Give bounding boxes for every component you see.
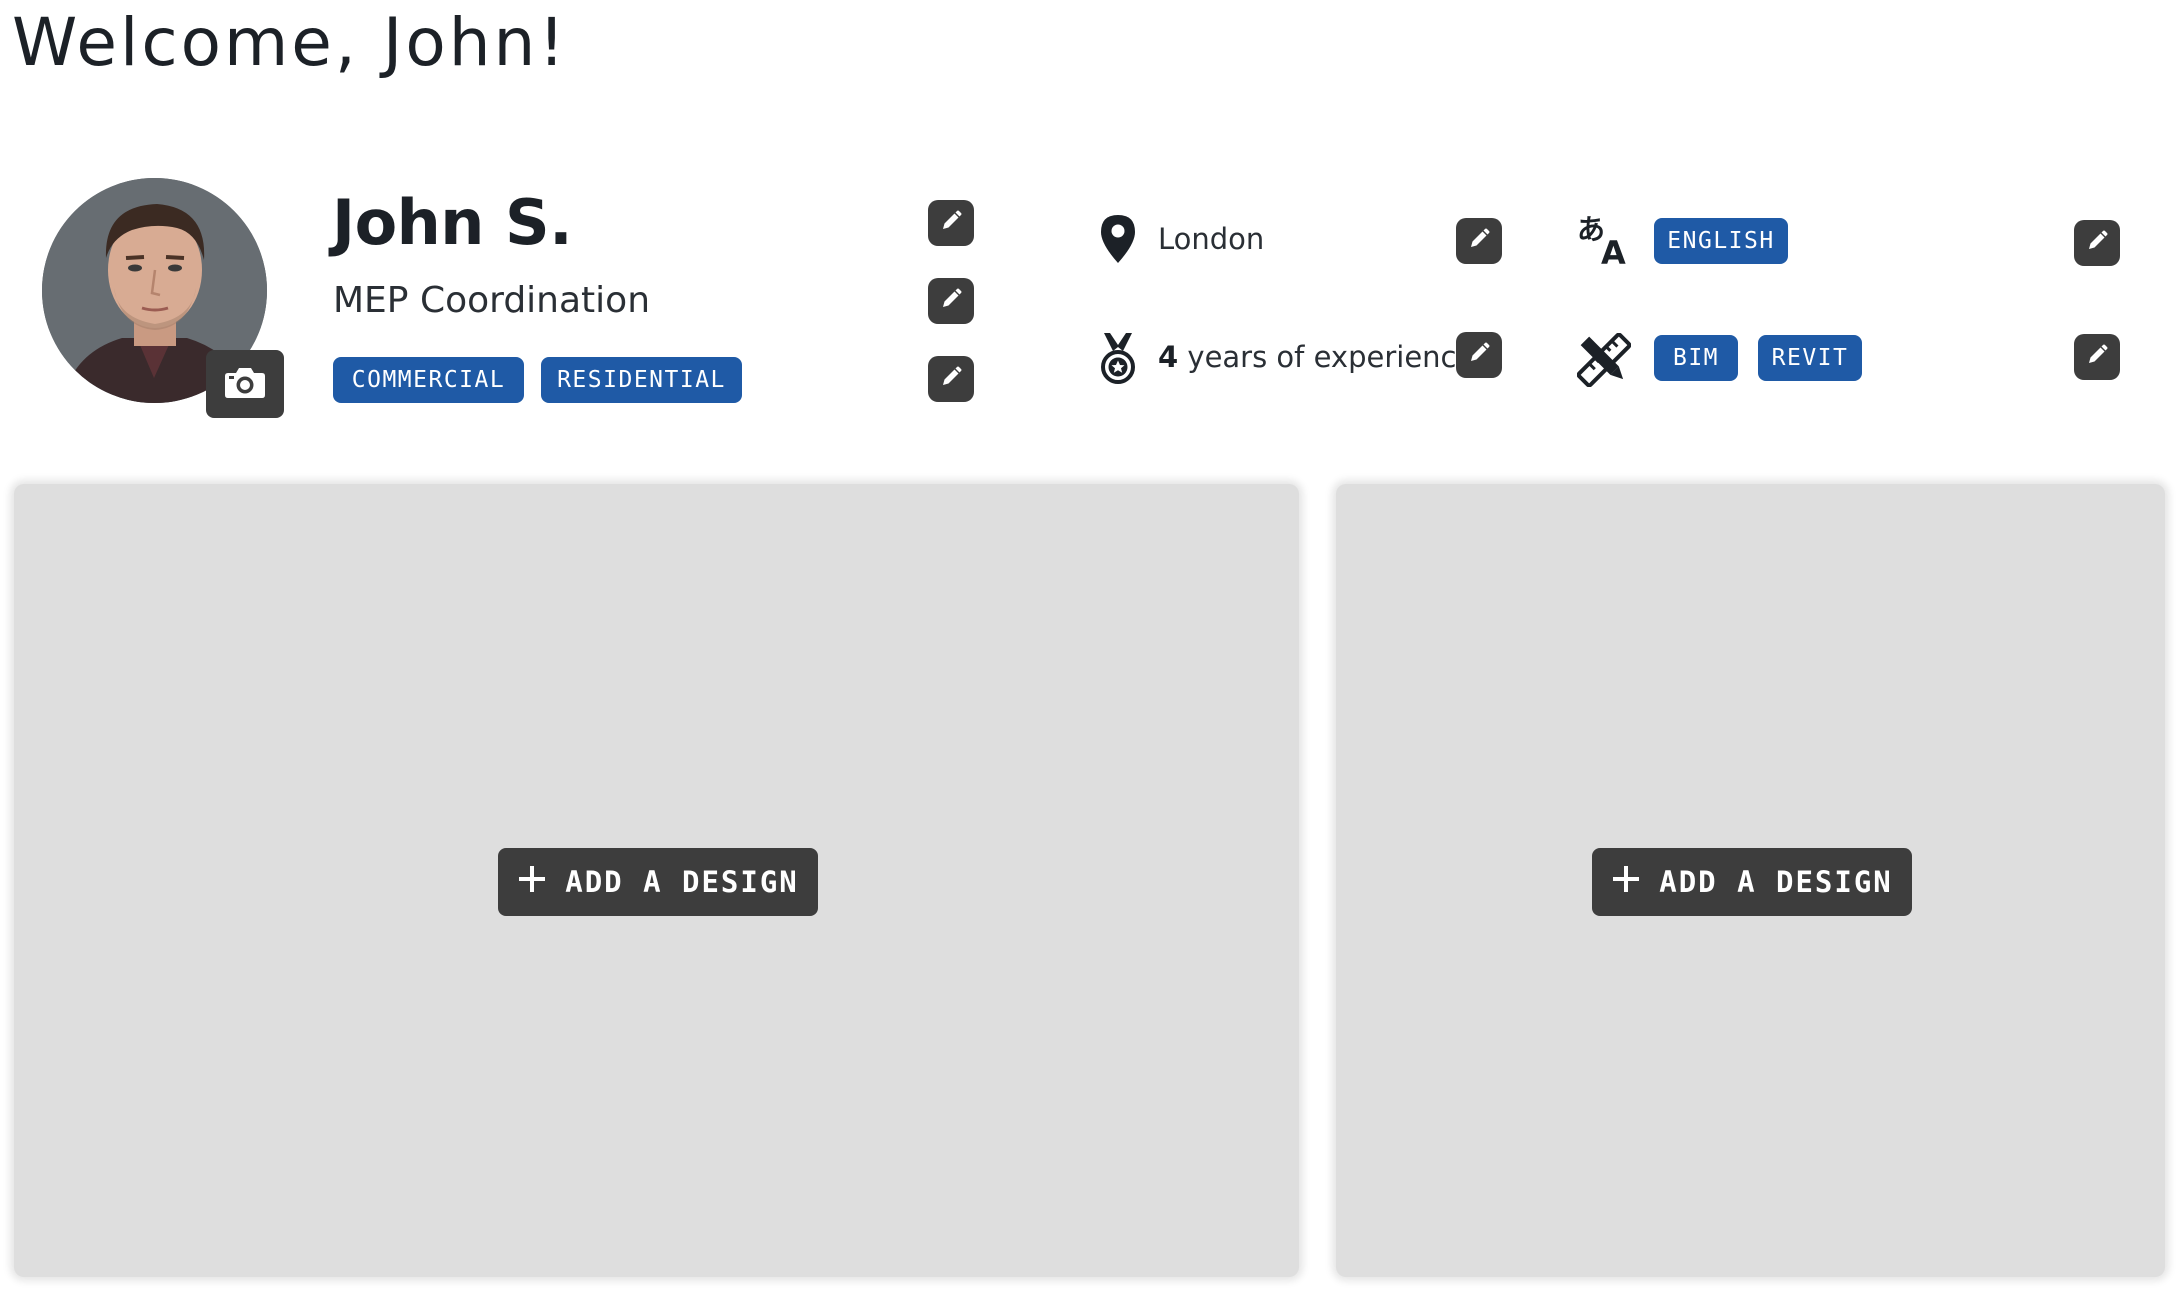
profile-name: John S. (332, 186, 573, 259)
sector-tag-residential: RESIDENTIAL (541, 357, 742, 403)
pencil-icon (2086, 344, 2108, 370)
plus-icon (517, 864, 547, 901)
translate-icon: あ A (1576, 212, 1632, 268)
experience-suffix: years of experience (1178, 340, 1475, 374)
svg-text:A: A (1601, 234, 1626, 268)
plus-icon (1611, 864, 1641, 901)
add-design-label: ADD A DESIGN (565, 865, 799, 899)
pencil-icon (1468, 228, 1490, 254)
edit-software-button[interactable] (2074, 334, 2120, 380)
design-tools-icon (1576, 332, 1632, 388)
change-photo-button[interactable] (206, 350, 284, 418)
camera-icon (224, 365, 266, 403)
pencil-icon (2086, 230, 2108, 256)
pencil-icon (940, 210, 962, 236)
welcome-heading: Welcome, John! (12, 4, 568, 81)
pencil-icon (940, 288, 962, 314)
edit-languages-button[interactable] (2074, 220, 2120, 266)
map-pin-icon (1098, 212, 1138, 266)
location-text: London (1158, 222, 1265, 256)
pencil-icon (940, 366, 962, 392)
edit-location-button[interactable] (1456, 218, 1502, 264)
edit-specialty-button[interactable] (928, 278, 974, 324)
edit-sectors-button[interactable] (928, 356, 974, 402)
medal-icon (1098, 330, 1138, 386)
software-tag-bim: BIM (1654, 335, 1738, 381)
profile-specialty: MEP Coordination (333, 280, 651, 321)
sector-tag-commercial: COMMERCIAL (333, 357, 524, 403)
experience-years: 4 (1158, 340, 1179, 374)
edit-experience-button[interactable] (1456, 332, 1502, 378)
experience-text: 4 years of experience (1158, 340, 1474, 374)
software-tag-revit: REVIT (1758, 335, 1862, 381)
add-design-button-2[interactable]: ADD A DESIGN (1592, 848, 1912, 916)
language-tag-english: ENGLISH (1654, 218, 1788, 264)
add-design-button-1[interactable]: ADD A DESIGN (498, 848, 818, 916)
edit-name-button[interactable] (928, 200, 974, 246)
add-design-label: ADD A DESIGN (1659, 865, 1893, 899)
pencil-icon (1468, 342, 1490, 368)
